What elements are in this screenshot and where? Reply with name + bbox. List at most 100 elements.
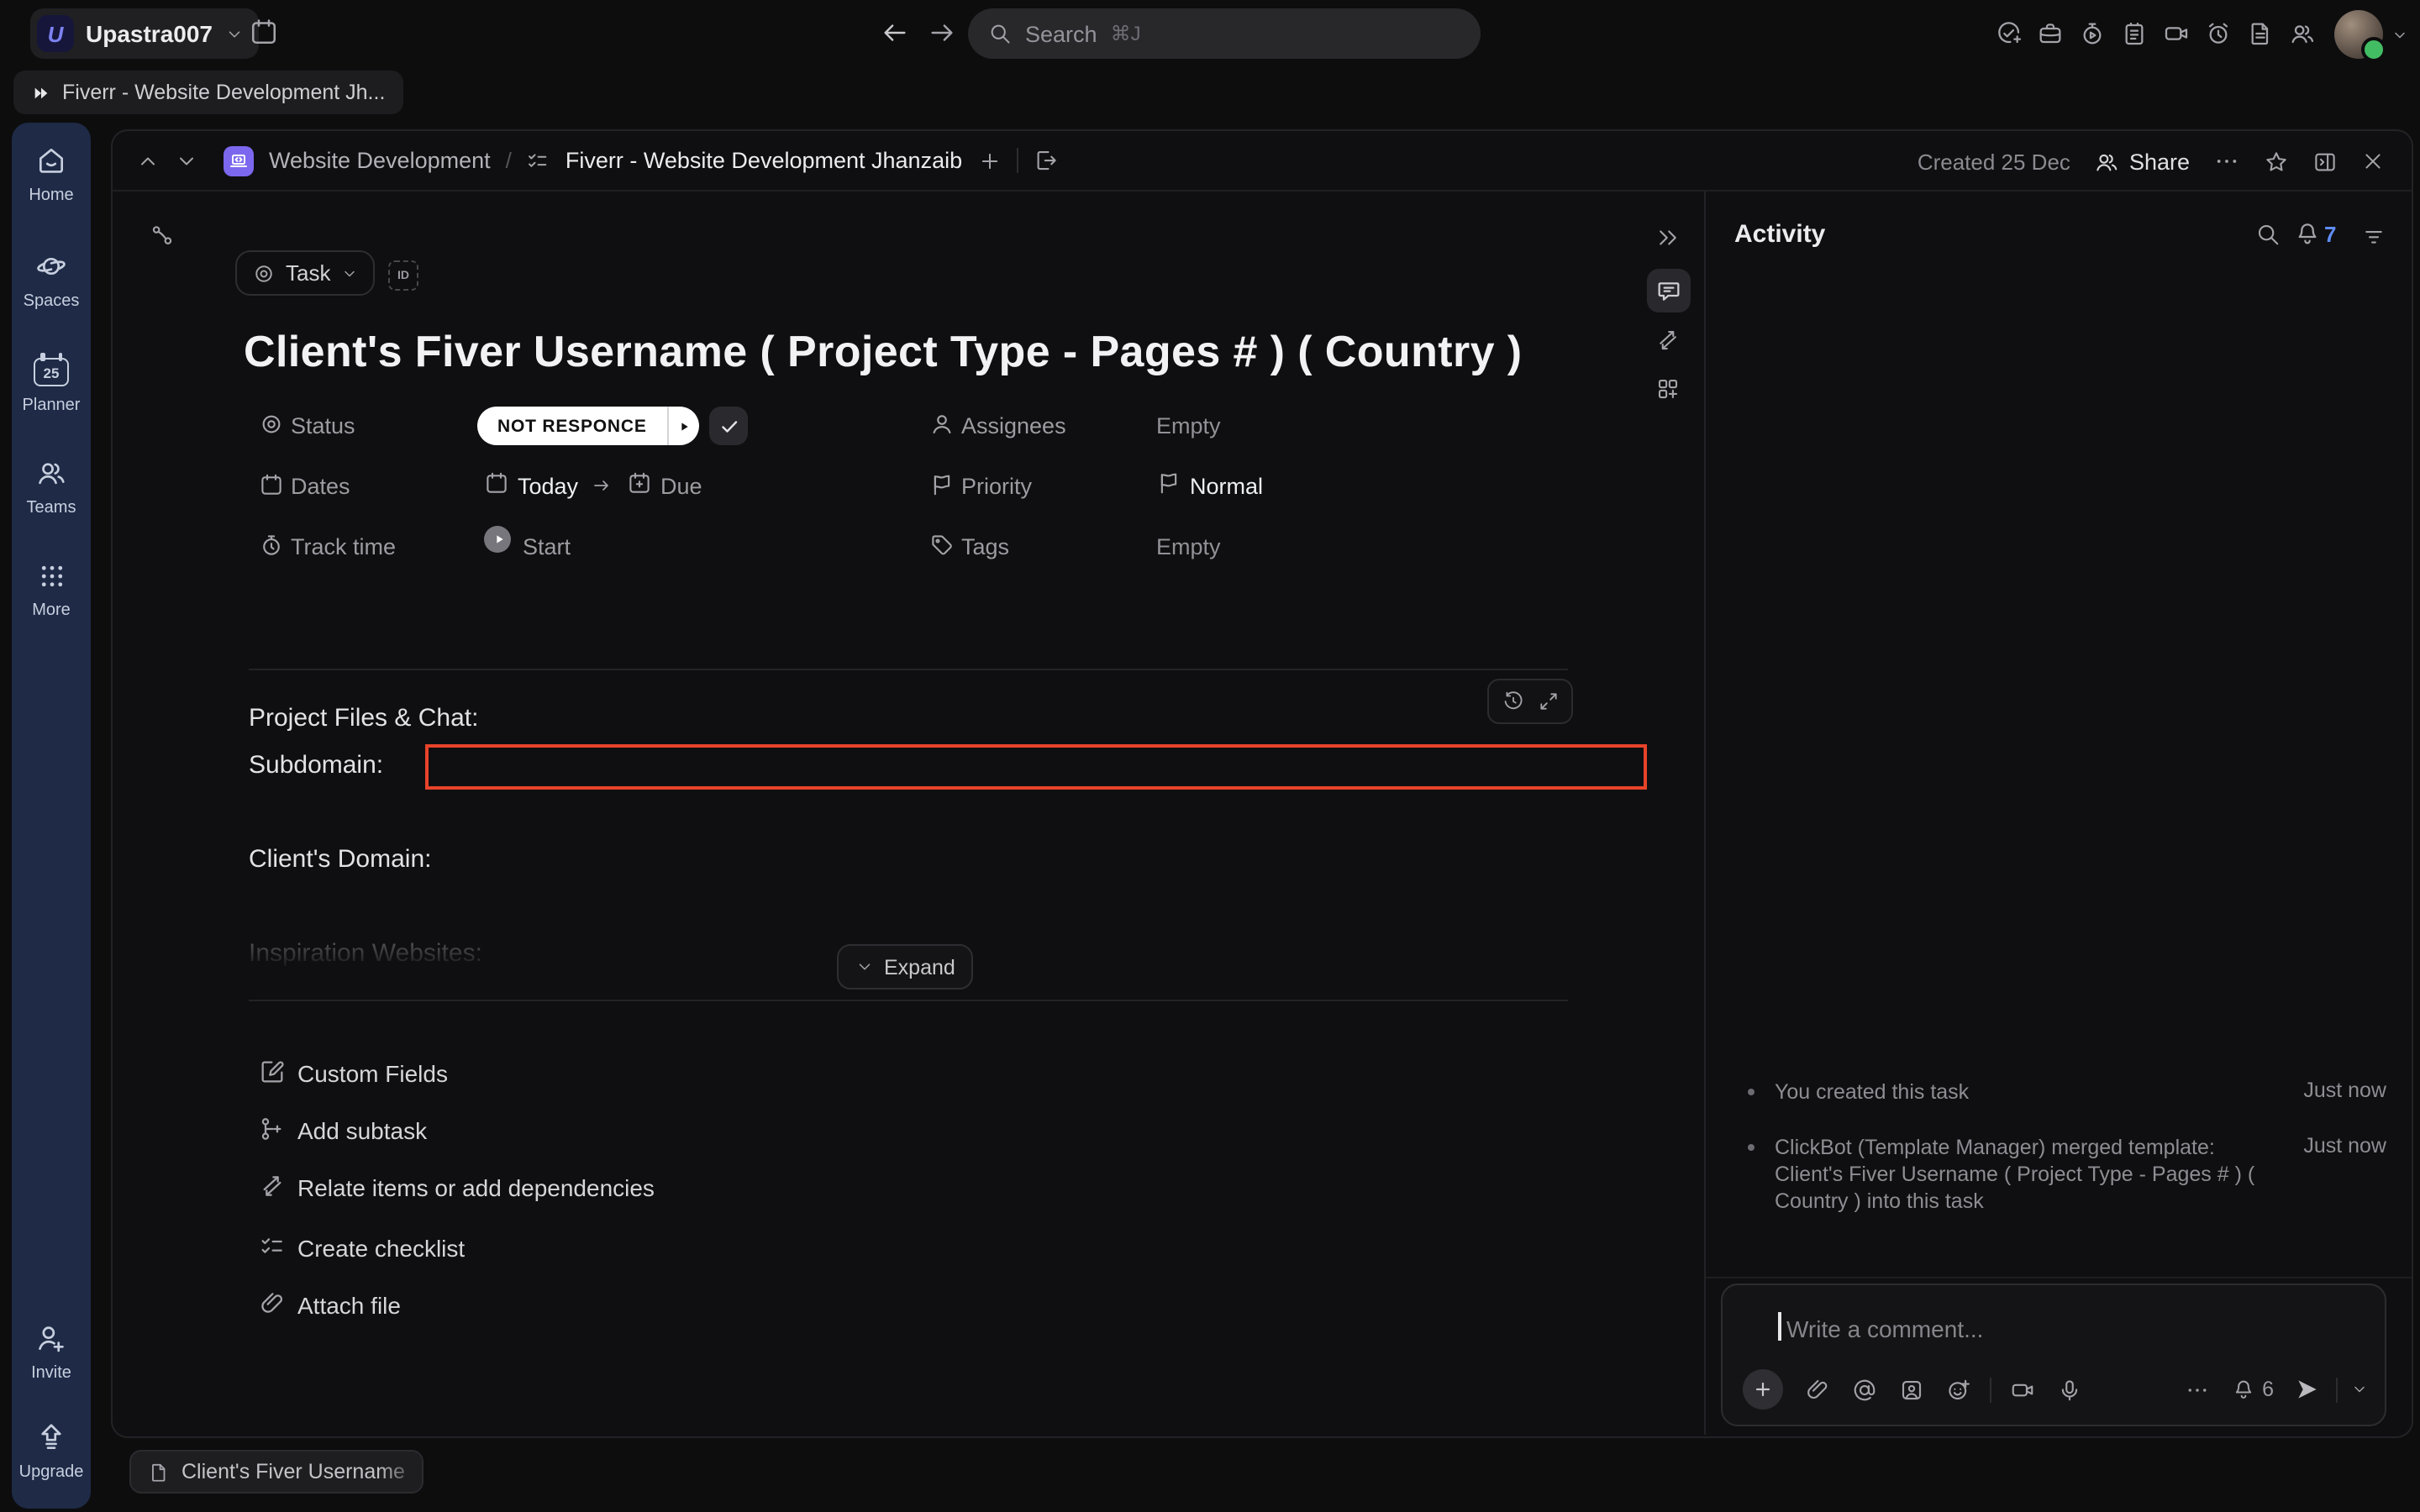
collapse-down-button[interactable] [175,149,198,172]
start-timer-label[interactable]: Start [523,534,571,559]
description-line-1[interactable]: Project Files & Chat: [249,704,478,732]
activity-item-text: ClickBot (Template Manager) merged templ… [1775,1134,2283,1215]
share-button[interactable]: Share [2094,149,2190,174]
due-date-value[interactable]: Due [660,474,702,499]
nav-forward-button[interactable] [928,18,956,47]
task-title[interactable]: Client's Fiver Username ( Project Type -… [244,326,1605,378]
comment-more-button[interactable] [2185,1377,2210,1402]
start-timer-button[interactable] [484,526,511,553]
task-type-selector[interactable]: Task [235,250,374,296]
comment-attach-button[interactable] [1805,1377,1830,1402]
sidebar-item-spaces[interactable]: Spaces [12,250,91,311]
add-tab-button[interactable] [977,149,1001,172]
sidebar-item-home[interactable]: Home [12,144,91,205]
expand-description-button[interactable]: Expand [837,944,974,990]
status-icon [259,412,284,437]
comment-avatar-field-button[interactable] [1899,1377,1924,1402]
breadcrumb-separator: / [506,148,512,173]
sidebar-item-invite[interactable]: Invite [12,1322,91,1383]
activity-filter-button[interactable] [2361,223,2386,249]
calendar-topbar-button[interactable] [249,17,279,47]
activity-search-button[interactable] [2255,222,2281,247]
comment-emoji-button[interactable] [1946,1377,1971,1402]
send-icon [2294,1376,2321,1403]
comments-tab-button[interactable] [1647,269,1691,312]
notepad-button[interactable] [2121,20,2148,47]
create-checklist-button[interactable]: Create checklist [297,1235,465,1262]
sidebar-layout-button[interactable] [2312,149,2338,174]
search-input[interactable]: Search ⌘J [968,8,1481,59]
tags-value[interactable]: Empty [1156,534,1221,559]
sidebar-item-teams[interactable]: Teams [12,457,91,517]
activity-swap-button[interactable] [1655,328,1681,353]
topbar-actions [1995,20,2316,47]
activity-notifications-button[interactable] [2294,220,2321,247]
task-view-panel: Website Development / Fiverr - Website D… [111,129,2413,1438]
share-people-icon [2094,149,2119,174]
account-menu-button[interactable] [2391,27,2408,44]
record-clip-button[interactable] [2163,20,2190,47]
minimized-task-pill[interactable]: Client's Fiver Username [129,1450,424,1494]
docs-button[interactable] [2247,20,2274,47]
priority-flag-icon [1156,470,1181,496]
attach-file-button[interactable]: Attach file [297,1292,401,1319]
mark-complete-button[interactable] [709,407,748,445]
assignees-value[interactable]: Empty [1156,413,1221,438]
chevron-down-icon [224,24,243,43]
reminders-button[interactable] [2205,20,2232,47]
comment-watchers-button[interactable] [2232,1378,2255,1401]
collapse-up-button[interactable] [136,149,160,172]
more-options-button[interactable] [2213,148,2240,175]
new-task-button[interactable] [1995,20,2022,47]
comment-voice-button[interactable] [2057,1377,2082,1402]
description-line-2-label[interactable]: Subdomain: [249,751,383,780]
apps-button[interactable] [1655,376,1681,402]
briefcase-button[interactable] [2037,20,2064,47]
divider [1016,148,1018,173]
comment-mention-button[interactable] [1852,1377,1877,1402]
collapse-panel-button[interactable] [1655,225,1681,250]
subdomain-input[interactable] [425,744,1647,790]
start-date-value[interactable]: Today [518,474,578,499]
comment-bubble-icon [1655,277,1682,304]
priority-value[interactable]: Normal [1190,474,1263,499]
task-relations-button[interactable] [150,223,175,249]
status-field-label: Status [291,413,355,438]
sidebar-item-more[interactable]: More [12,561,91,620]
next-status-button[interactable] [667,407,699,445]
breadcrumb-space[interactable]: Website Development [269,148,491,173]
avatar[interactable] [2334,10,2383,59]
timer-play-icon [2079,20,2106,47]
checklist-icon [527,149,550,172]
relate-items-button[interactable]: Relate items or add dependencies [297,1174,655,1201]
open-in-new-button[interactable] [1033,148,1058,173]
contacts-button[interactable] [2289,20,2316,47]
task-type-label: Task [286,260,330,286]
description-history-button[interactable] [1502,690,1523,712]
nav-back-button[interactable] [881,18,909,47]
filter-icon [2361,223,2386,249]
workspace-switcher[interactable]: U Upastra007 [30,8,258,59]
status-text[interactable]: NOT RESPONCE [477,407,667,445]
fast-forward-icon [32,83,50,102]
send-options-button[interactable] [2351,1381,2368,1398]
comment-box[interactable]: Write a comment... 6 [1721,1284,2386,1426]
description-line-4[interactable]: Inspiration Websites: [249,939,482,968]
comment-record-button[interactable] [2010,1377,2035,1402]
add-subtask-button[interactable]: Add subtask [297,1117,427,1144]
breadcrumb-task[interactable]: Fiverr - Website Development Jhanzaib [566,148,962,173]
sidebar-item-planner[interactable]: 25 Planner [12,353,91,415]
pinned-tab[interactable]: Fiverr - Website Development Jh... [13,71,403,114]
favorite-button[interactable] [2264,149,2289,174]
description-line-3[interactable]: Client's Domain: [249,845,432,874]
status-value[interactable]: NOT RESPONCE [477,407,699,445]
send-comment-button[interactable] [2294,1376,2321,1403]
activity-item: You created this task Just now [1748,1079,2386,1105]
time-tracking-button[interactable] [2079,20,2106,47]
description-expand-button[interactable] [1537,690,1559,712]
task-id-button[interactable]: ID [388,260,418,291]
custom-fields-button[interactable]: Custom Fields [297,1060,448,1087]
comment-add-button[interactable] [1743,1369,1783,1410]
close-task-button[interactable] [2361,150,2385,173]
sidebar-item-upgrade[interactable]: Upgrade [12,1421,91,1482]
